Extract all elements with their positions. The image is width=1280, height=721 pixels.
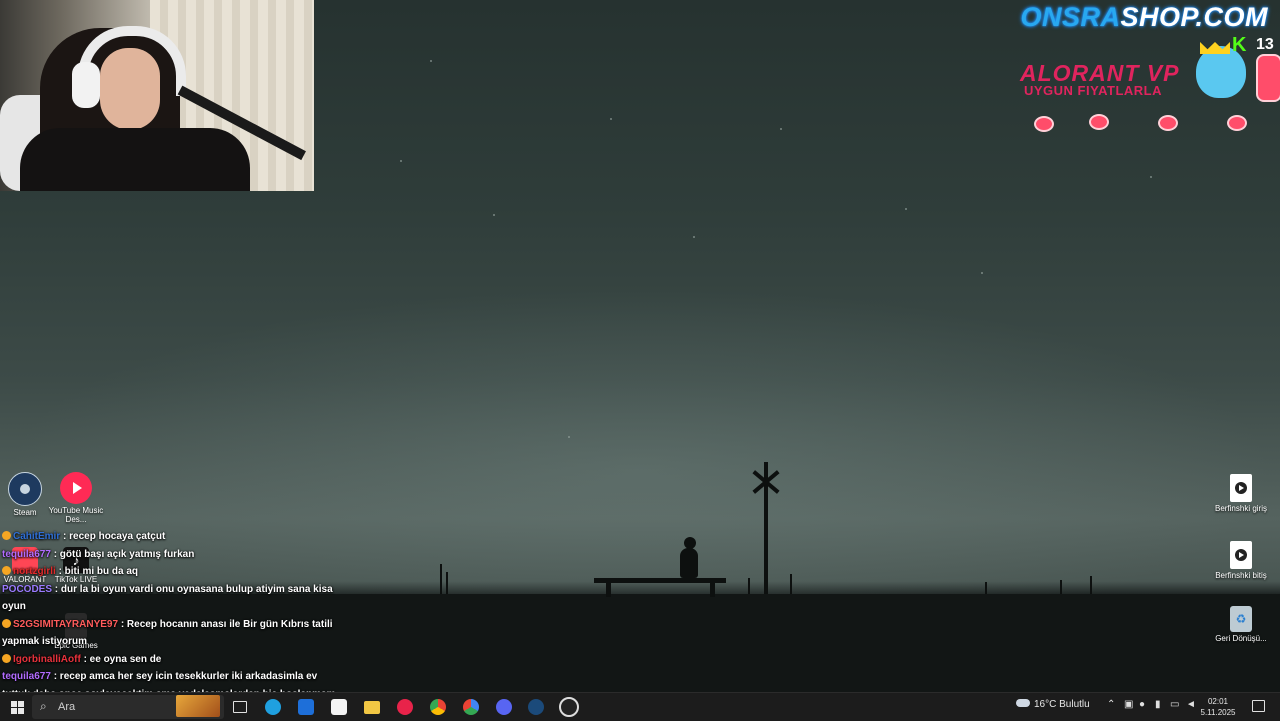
volume-icon[interactable]: ◄ xyxy=(1186,699,1196,710)
taskbar-app-obs[interactable] xyxy=(558,696,580,718)
chat-text: : recep hocaya çatçut xyxy=(63,531,166,542)
sub-badge-icon xyxy=(2,531,11,540)
taskbar-app-chrome-profile[interactable] xyxy=(460,696,482,718)
brand-logo-icon xyxy=(1158,115,1178,131)
chat-message: CahitEmir : recep hocaya çatçut xyxy=(2,528,338,546)
windows-logo-icon xyxy=(10,700,24,714)
chat-message: IgorbinalliAoff : ee oyna sen de xyxy=(2,651,338,669)
file-explorer-icon xyxy=(364,700,380,714)
video-file-icon xyxy=(1230,474,1252,502)
bench-silhouette xyxy=(594,578,726,583)
edge-icon xyxy=(265,699,281,715)
steam-icon xyxy=(8,472,42,506)
search-placeholder: Ara xyxy=(58,701,76,713)
task-view-button[interactable] xyxy=(229,696,251,718)
video-file-icon xyxy=(1230,541,1252,569)
desktop-icon-berfinshki-bitis[interactable]: Berfinshki bitiş xyxy=(1211,541,1271,580)
taskbar-app-file-explorer[interactable] xyxy=(361,696,383,718)
store-icon xyxy=(331,699,347,715)
chat-username: POCODES xyxy=(2,583,53,595)
youtube-music-icon xyxy=(60,472,92,504)
chat-text: : dur la bi oyun vardi onu oynasana bulu… xyxy=(2,583,333,613)
sponsor-subtitle: UYGUN FIYATLARLA xyxy=(1024,83,1162,98)
taskbar-app-store[interactable] xyxy=(328,696,350,718)
side-logo-icon xyxy=(1256,54,1280,102)
platform-number: 13 xyxy=(1256,36,1274,53)
tray-recording-icon[interactable]: ● xyxy=(1139,699,1145,710)
clock-date: 5.11.2025 xyxy=(1200,708,1236,717)
chat-message: tequila677 : götü başı açık yatmış furka… xyxy=(2,546,338,564)
start-button[interactable] xyxy=(6,696,28,718)
chat-username: IgorbinalliAoff xyxy=(13,653,81,665)
cloud-icon xyxy=(1016,699,1030,707)
chat-message: nortzgirli : biti mi bu da aq xyxy=(2,563,338,581)
weather-text: 16°C Bulutlu xyxy=(1034,699,1090,710)
desktop-icon-youtube-music[interactable]: YouTube Music Des... xyxy=(46,472,106,524)
taskbar-app-discord[interactable] xyxy=(493,696,515,718)
webcam-overlay xyxy=(0,0,314,191)
discord-icon xyxy=(496,699,512,715)
task-view-icon xyxy=(233,701,247,713)
tray-app-icon[interactable]: ▣ xyxy=(1124,699,1133,710)
girl-silhouette xyxy=(680,548,698,578)
notification-icon[interactable] xyxy=(1252,700,1265,712)
chat-username: tequila677 xyxy=(2,548,51,560)
sponsor-site-suffix: SHOP.COM xyxy=(1120,2,1268,32)
chat-text: : götü başı açık yatmış furkan xyxy=(53,548,195,560)
outlook-icon xyxy=(298,699,314,715)
search-icon: ⌕ xyxy=(40,699,47,713)
chat-username: tequila677 xyxy=(2,671,51,682)
taskbar-app-outlook[interactable] xyxy=(295,696,317,718)
chat-username: S2GSIMITAYRANYE97 xyxy=(13,618,119,630)
sub-badge-icon xyxy=(2,566,11,575)
chat-text: : ee oyna sen de xyxy=(83,653,162,665)
brand-logo-icon xyxy=(1089,114,1109,130)
network-icon[interactable]: ▭ xyxy=(1170,699,1179,710)
desktop-icon-berfinshki-giris[interactable]: Berfinshki giriş xyxy=(1211,474,1271,513)
clock[interactable]: 02:01 5.11.2025 xyxy=(1196,696,1240,718)
chat-username: CahitEmir xyxy=(13,531,61,542)
sponsor-site-banner: ONSRASHOP.COM xyxy=(1020,2,1268,33)
taskbar-app-edge[interactable] xyxy=(262,696,284,718)
chat-message: S2GSIMITAYRANYE97 : Recep hocanın anası … xyxy=(2,616,338,651)
sponsor-site-prefix: ONSRA xyxy=(1020,2,1121,32)
chat-message: POCODES : dur la bi oyun vardi onu oynas… xyxy=(2,581,338,616)
chat-username: nortzgirli xyxy=(13,566,56,577)
chrome-profile-icon xyxy=(463,699,479,715)
sub-badge-icon xyxy=(2,618,11,628)
brand-logo-icon xyxy=(1227,115,1247,131)
desktop-icon-recycle-bin[interactable]: ♻ Geri Dönüşü... xyxy=(1211,606,1271,643)
taskbar-app-steam[interactable] xyxy=(525,696,547,718)
clock-time: 02:01 xyxy=(1207,697,1229,706)
brand-logo-icon xyxy=(1034,116,1054,132)
steam-icon xyxy=(528,699,544,715)
taskbar: ⌕ Ara 16°C Bulutlu ⌃ ▣ ● ▮ ▭ ◄ 02:01 5.1… xyxy=(0,692,1280,721)
chat-text: : biti mi bu da aq xyxy=(58,566,139,577)
microphone-icon[interactable]: ▮ xyxy=(1155,699,1161,710)
search-highlight-image xyxy=(176,695,220,717)
chrome-icon xyxy=(430,699,446,715)
kick-logo-icon: K xyxy=(1232,34,1247,56)
taskbar-app-chrome[interactable] xyxy=(427,696,449,718)
obs-icon xyxy=(559,697,579,717)
recycle-bin-icon: ♻ xyxy=(1230,606,1252,632)
taskbar-app-media-player[interactable] xyxy=(394,696,416,718)
weather-widget[interactable]: 16°C Bulutlu xyxy=(1016,699,1090,710)
sub-badge-icon xyxy=(2,653,11,663)
chevron-up-icon[interactable]: ⌃ xyxy=(1107,699,1115,710)
media-player-icon xyxy=(397,699,413,715)
